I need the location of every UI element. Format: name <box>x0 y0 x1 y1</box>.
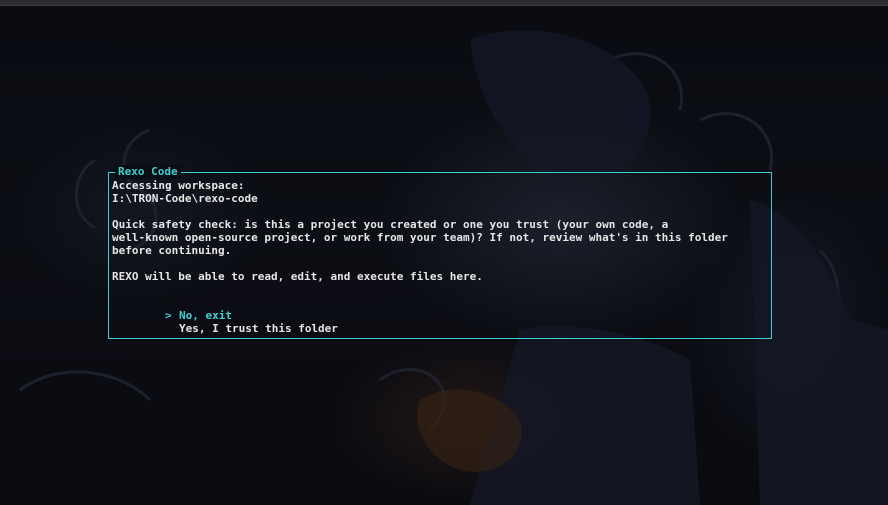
option-no-exit[interactable]: > No, exit <box>112 296 767 322</box>
safety-check-line-1: Quick safety check: is this a project yo… <box>112 218 669 231</box>
terminal-window: Rexo Code Accessing workspace: I:\TRON-C… <box>0 0 888 505</box>
permissions-note: REXO will be able to read, edit, and exe… <box>112 270 483 283</box>
safety-check-line-2: well-known open-source project, or work … <box>112 231 728 244</box>
trust-folder-dialog: Rexo Code Accessing workspace: I:\TRON-C… <box>108 165 772 339</box>
safety-check-line-3: before continuing. <box>112 244 232 257</box>
option-label: No, exit <box>178 309 232 322</box>
option-label: Yes, I trust this folder <box>178 322 338 335</box>
selection-marker: > <box>164 309 172 322</box>
workspace-heading: Accessing workspace: <box>112 179 245 192</box>
workspace-path: I:\TRON-Code\rexo-code <box>112 192 258 205</box>
dialog-title: Rexo Code <box>115 165 181 179</box>
dialog-body: Accessing workspace: I:\TRON-Code\rexo-c… <box>112 179 767 335</box>
